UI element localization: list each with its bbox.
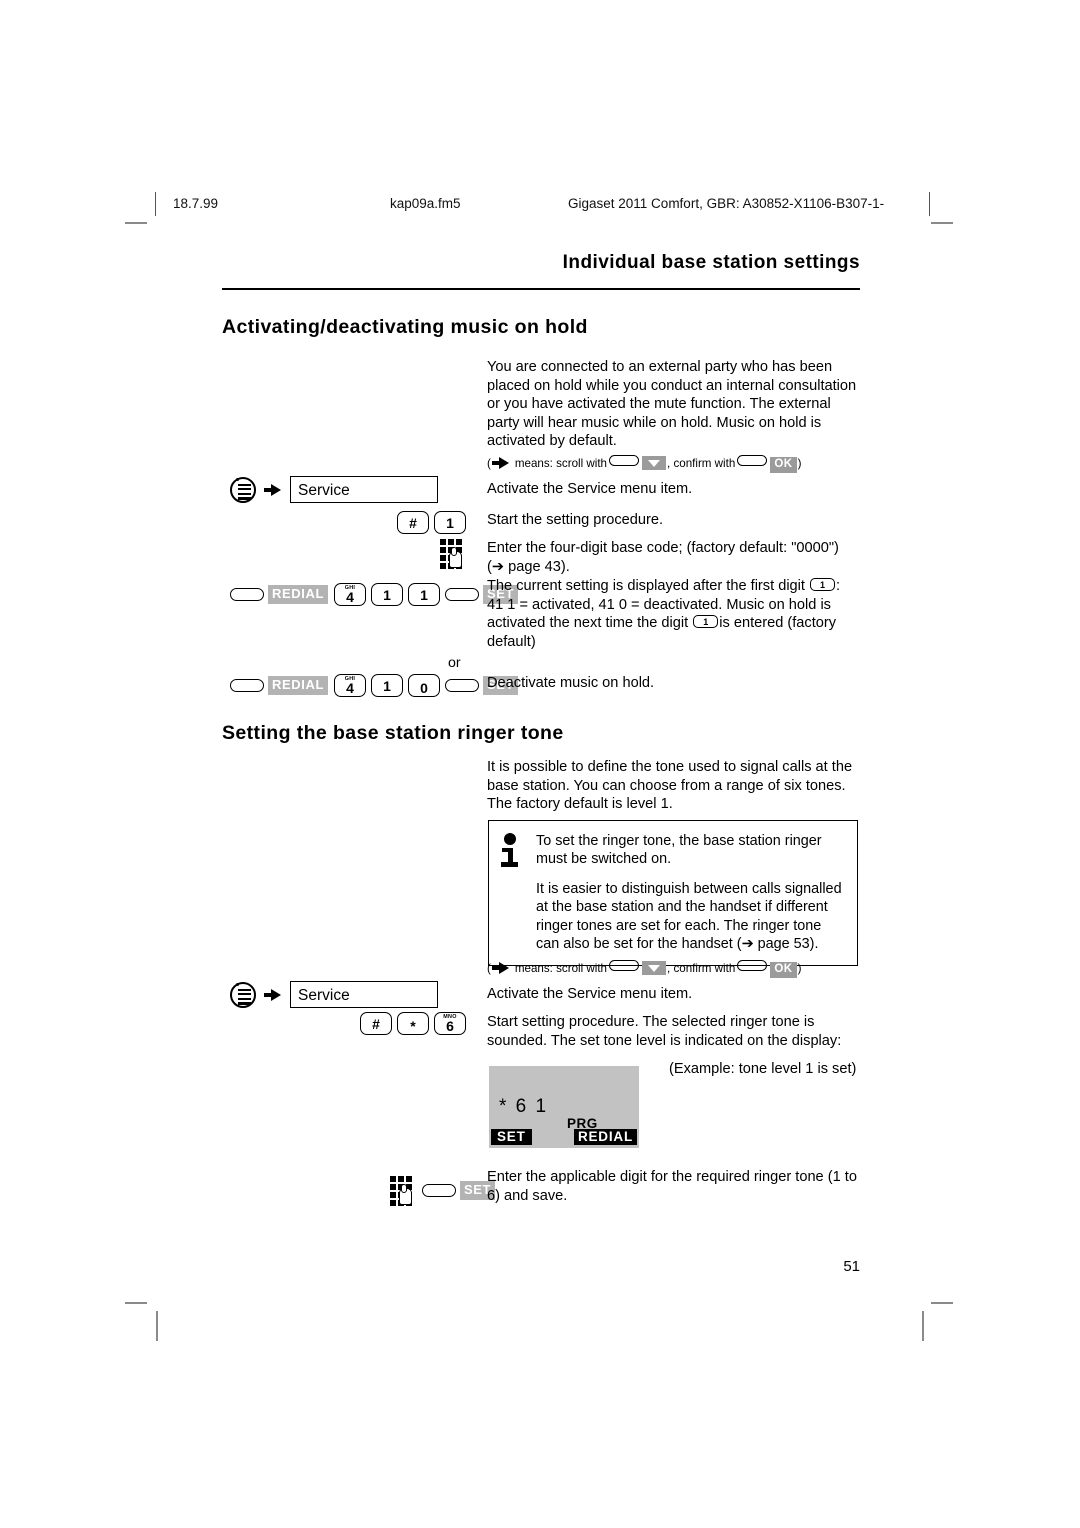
header-rule-left bbox=[155, 192, 156, 216]
section-2-legend: ( means: scroll with , confirm with OK) bbox=[487, 960, 801, 978]
step-keypad-entry[interactable] bbox=[300, 539, 466, 569]
section-2-intro: It is possible to define the tone used t… bbox=[487, 759, 853, 813]
legend-2-close-paren: ) bbox=[797, 962, 802, 975]
lcd-line-1: * 6 1 bbox=[499, 1096, 549, 1117]
key-4[interactable]: GHI 4 bbox=[334, 583, 366, 606]
key-star[interactable]: * bbox=[397, 1012, 429, 1035]
key-1-c[interactable]: 1 bbox=[371, 674, 403, 697]
note-paragraph-1: To set the ringer tone, the base station… bbox=[536, 833, 822, 868]
chapter-rule bbox=[222, 288, 860, 290]
key-1-b[interactable]: 1 bbox=[408, 583, 440, 606]
section-1-intro: You are connected to an external party w… bbox=[487, 359, 857, 450]
step-current-setting-text: The current setting is displayed after t… bbox=[487, 577, 859, 651]
lcd-softkey-redial[interactable]: REDIAL bbox=[573, 1129, 637, 1145]
inline-key-1-b: 1 bbox=[693, 615, 719, 629]
legend-open-paren: ( bbox=[487, 457, 491, 470]
scroll-arrow-icon-2 bbox=[491, 961, 511, 974]
softkey-right-2[interactable] bbox=[445, 679, 479, 692]
menu-icon-2 bbox=[230, 981, 256, 1008]
current-setting-before: The current setting is displayed after t… bbox=[487, 578, 805, 594]
note-box: To set the ringer tone, the base station… bbox=[488, 820, 858, 967]
ok-label-2: OK bbox=[770, 962, 797, 978]
legend-close-paren: ) bbox=[797, 457, 802, 470]
key-6[interactable]: MNO 6 bbox=[434, 1012, 466, 1035]
crop-mark-bottom-left-vertical bbox=[156, 1311, 158, 1341]
legend-means-text: means: scroll with bbox=[514, 457, 608, 470]
document-page: 18.7.99 kap09a.fm5 Gigaset 2011 Comfort,… bbox=[0, 0, 1080, 1528]
menu-item-service-2[interactable]: Service bbox=[290, 981, 438, 1008]
softkey-right-1[interactable] bbox=[445, 588, 479, 601]
softkey-blank-icon-4 bbox=[737, 960, 768, 971]
step-keys-hash-one[interactable]: # 1 bbox=[300, 511, 466, 534]
step-redial-411-set[interactable]: REDIAL GHI 4 1 1 SET bbox=[230, 583, 519, 606]
crop-mark-bottom-left bbox=[125, 1302, 147, 1304]
softkey-left-3[interactable] bbox=[422, 1183, 456, 1197]
or-separator: or bbox=[448, 655, 461, 671]
step-deactivate-text: Deactivate music on hold. bbox=[487, 675, 655, 691]
scroll-down-icon-2 bbox=[642, 961, 667, 975]
legend-2-means-text: means: scroll with bbox=[514, 962, 608, 975]
arrow-right-icon-2 bbox=[264, 988, 283, 1001]
section-1-legend: ( means: scroll with , confirm with OK) bbox=[487, 455, 801, 473]
header-document-id: Gigaset 2011 Comfort, GBR: A30852-X1106-… bbox=[568, 196, 885, 211]
step-service-text-1: Activate the Service menu item. bbox=[487, 481, 693, 497]
key-0[interactable]: 0 bbox=[408, 674, 440, 697]
crop-mark-top-right bbox=[931, 222, 953, 224]
note-paragraph-2: It is easier to distinguish between call… bbox=[536, 880, 842, 953]
ok-label: OK bbox=[770, 457, 797, 473]
step-start-ringer-procedure-text: Start setting procedure. The selected ri… bbox=[487, 1014, 842, 1049]
menu-item-service[interactable]: Service bbox=[290, 476, 438, 503]
crop-mark-bottom-right-vertical bbox=[922, 1311, 924, 1341]
header-date: 18.7.99 bbox=[173, 196, 219, 211]
running-header: 18.7.99 kap09a.fm5 Gigaset 2011 Comfort,… bbox=[155, 192, 930, 216]
step-service-menu-2[interactable]: Service bbox=[230, 981, 438, 1008]
inline-key-1-a: 1 bbox=[810, 578, 836, 591]
key-4-b[interactable]: GHI 4 bbox=[334, 674, 366, 697]
chapter-title: Individual base station settings bbox=[562, 252, 860, 273]
step-enter-digit-text: Enter the applicable digit for the requi… bbox=[487, 1169, 857, 1204]
label-redial-1: REDIAL bbox=[268, 585, 328, 604]
crop-mark-top-left bbox=[125, 222, 147, 224]
legend-2-confirm-text: , confirm with bbox=[667, 962, 736, 975]
softkey-blank-icon-3 bbox=[609, 960, 640, 971]
key-1[interactable]: 1 bbox=[434, 511, 466, 534]
lcd-example-caption: (Example: tone level 1 is set) bbox=[669, 1061, 857, 1077]
key-hash[interactable]: # bbox=[397, 511, 429, 534]
page-number: 51 bbox=[843, 1258, 860, 1275]
lcd-softkey-set[interactable]: SET bbox=[491, 1129, 532, 1145]
step-service-menu-1[interactable]: Service bbox=[230, 476, 438, 503]
softkey-left-1[interactable] bbox=[230, 588, 264, 601]
label-redial-2: REDIAL bbox=[268, 676, 328, 695]
arrow-right-icon bbox=[264, 483, 283, 496]
key-1-a[interactable]: 1 bbox=[371, 583, 403, 606]
softkey-left-2[interactable] bbox=[230, 679, 264, 692]
step-redial-410-set[interactable]: REDIAL GHI 4 1 0 SET bbox=[230, 674, 519, 697]
crop-mark-bottom-right bbox=[931, 1302, 953, 1304]
step-service-text-2: Activate the Service menu item. bbox=[487, 986, 693, 1002]
section-heading-music-on-hold: Activating/deactivating music on hold bbox=[222, 316, 588, 338]
info-icon bbox=[501, 832, 527, 872]
step-base-code-text: Enter the four-digit base code; (factory… bbox=[487, 540, 839, 575]
scroll-down-icon bbox=[642, 456, 667, 470]
softkey-blank-icon bbox=[609, 455, 640, 466]
step-keys-hash-star-six[interactable]: # * MNO 6 bbox=[320, 1012, 466, 1035]
step-keypad-set[interactable]: SET bbox=[390, 1176, 496, 1206]
scroll-arrow-icon bbox=[491, 456, 511, 469]
legend-2-open-paren: ( bbox=[487, 962, 491, 975]
softkey-blank-icon-2 bbox=[737, 455, 768, 466]
key-hash-2[interactable]: # bbox=[360, 1012, 392, 1035]
section-heading-ringer-tone: Setting the base station ringer tone bbox=[222, 722, 564, 744]
header-filename: kap09a.fm5 bbox=[390, 196, 461, 211]
menu-icon bbox=[230, 476, 256, 503]
legend-confirm-text: , confirm with bbox=[667, 457, 736, 470]
keypad-icon bbox=[440, 539, 466, 569]
lcd-display: * 6 1 PRG SET REDIAL bbox=[489, 1066, 639, 1148]
keypad-icon-2 bbox=[390, 1176, 416, 1206]
header-rule-right bbox=[929, 192, 930, 216]
step-start-procedure-text: Start the setting procedure. bbox=[487, 512, 664, 528]
